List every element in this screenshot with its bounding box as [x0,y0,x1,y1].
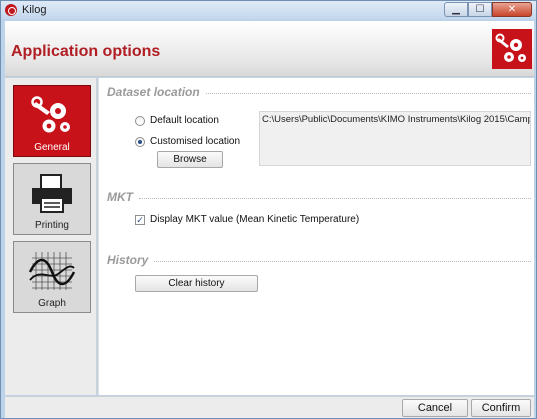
page-title: Application options [11,43,161,60]
section-history: History [107,253,531,267]
options-sidebar: General Printing Graph [5,78,97,395]
sidebar-item-general[interactable]: General [13,85,91,157]
confirm-button[interactable]: Confirm [471,399,531,417]
section-dataset-location: Dataset location [107,85,531,99]
sidebar-item-printing[interactable]: Printing [13,163,91,235]
wrench-gears-icon [492,29,532,69]
sidebar-item-label: General [34,142,70,153]
section-title: MKT [107,190,133,204]
customised-location-label: Customised location [150,136,241,147]
app-window: Kilog ▁ ☐ ✕ Application options General … [0,0,537,419]
default-location-option[interactable]: Default location [135,115,219,126]
cancel-button[interactable]: Cancel [402,399,468,417]
dataset-path-field: C:\Users\Public\Documents\KIMO Instrumen… [259,111,531,166]
kilog-app-icon [5,4,17,16]
dialog-footer: Cancel Confirm [5,396,534,418]
options-content: Dataset location Default location C:\Use… [98,78,534,395]
window-title: Kilog [22,4,47,16]
section-divider [139,197,531,199]
section-divider [205,92,531,94]
section-mkt: MKT [107,190,531,204]
wrench-gears-icon [31,96,70,133]
default-location-label: Default location [150,115,219,126]
minimize-icon[interactable]: ▁ [444,2,468,17]
mkt-display-option[interactable]: ✓ Display MKT value (Mean Kinetic Temper… [135,214,359,225]
clear-history-button[interactable]: Clear history [135,275,258,292]
section-divider [154,260,531,262]
customised-location-option[interactable]: Customised location [135,136,240,147]
mkt-display-label: Display MKT value (Mean Kinetic Temperat… [150,214,360,225]
sidebar-item-label: Printing [35,220,69,231]
graph-icon [28,252,76,290]
window-controls: ▁ ☐ ✕ [444,2,532,17]
close-icon[interactable]: ✕ [492,2,532,17]
maximize-icon[interactable]: ☐ [468,2,492,17]
section-title: History [107,253,149,267]
customised-location-radio[interactable] [135,136,145,147]
browse-button[interactable]: Browse [157,151,223,168]
mkt-display-checkbox[interactable]: ✓ [135,214,145,225]
section-title: Dataset location [107,85,200,99]
sidebar-item-graph[interactable]: Graph [13,241,91,313]
sidebar-item-label: Graph [38,298,66,309]
default-location-radio[interactable] [135,115,145,126]
options-header: Application options [5,21,534,77]
printer-icon [32,174,72,213]
title-bar[interactable]: Kilog ▁ ☐ ✕ [1,1,536,19]
